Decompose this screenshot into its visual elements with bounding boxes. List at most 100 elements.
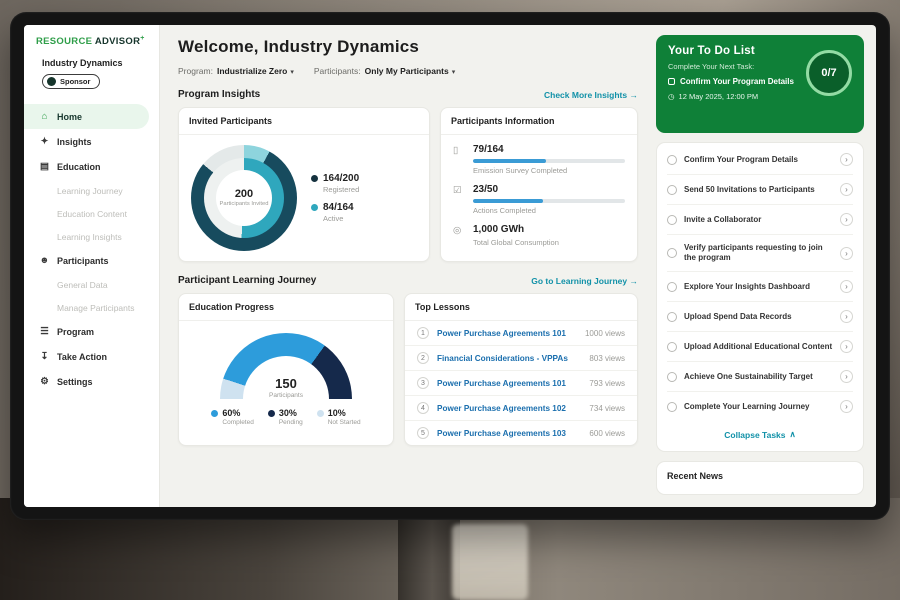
participants-select[interactable]: Participants:Only My Participants▾ (314, 66, 455, 76)
task-chevron-icon[interactable]: › (840, 370, 853, 383)
gauge-center: 150 Participants (243, 356, 329, 399)
lesson-row: 2 Financial Considerations - VPPAs 803 v… (405, 346, 637, 371)
program-select[interactable]: Program:Industrialize Zero▾ (178, 66, 294, 76)
task-chevron-icon[interactable]: › (840, 153, 853, 166)
sidebar-item-program[interactable]: ☰ Program (24, 319, 159, 344)
task-checkbox[interactable] (667, 402, 677, 412)
todo-task-row[interactable]: Invite a Collaborator › (667, 205, 853, 235)
task-checkbox[interactable] (667, 215, 677, 225)
settings-icon: ⚙ (39, 376, 50, 387)
program-select-value: Industrialize Zero (217, 66, 287, 76)
section-title: Participant Learning Journey (178, 275, 316, 286)
arrow-right-icon: → (630, 90, 639, 100)
arrow-right-icon: → (630, 276, 639, 286)
lesson-rank: 5 (417, 427, 429, 439)
todo-task-row[interactable]: Upload Additional Educational Content › (667, 332, 853, 362)
legend-dot-registered (311, 175, 318, 182)
task-chevron-icon[interactable]: › (840, 280, 853, 293)
lesson-link[interactable]: Power Purchase Agreements 102 (437, 404, 581, 413)
gauge-center-label: Participants (269, 392, 303, 399)
task-checkbox[interactable] (667, 282, 677, 292)
legend-label: Registered (323, 185, 359, 194)
sidebar-item-manage-participants[interactable]: Manage Participants (24, 296, 159, 319)
info-row-consumption: ◎ 1,000 GWh Total Global Consumption (441, 224, 637, 247)
task-checkbox[interactable] (667, 372, 677, 382)
todo-task-row[interactable]: Verify participants requesting to join t… (667, 235, 853, 272)
next-task-row[interactable]: Confirm Your Program Details (668, 77, 813, 86)
task-chevron-icon[interactable]: › (840, 183, 853, 196)
sidebar-item-insights[interactable]: ✦ Insights (24, 129, 159, 154)
task-chevron-icon[interactable]: › (840, 340, 853, 353)
task-checkbox[interactable] (667, 248, 677, 258)
next-task-label: Confirm Your Program Details (680, 77, 794, 86)
task-checkbox[interactable] (668, 78, 675, 85)
task-label: Explore Your Insights Dashboard (684, 282, 833, 292)
task-chevron-icon[interactable]: › (840, 400, 853, 413)
info-row-emission-survey: ▯ 79/164 Emission Survey Completed (441, 144, 637, 175)
sponsor-icon (47, 77, 56, 86)
card-title: Education Progress (179, 294, 393, 321)
education-gauge-chart: 150 Participants (220, 333, 352, 399)
app-logo: RESOURCE ADVISOR+ (24, 35, 159, 47)
legend-value: 164/200 (323, 173, 359, 184)
brand-plus: + (140, 35, 144, 42)
todo-task-row[interactable]: Confirm Your Program Details › (667, 145, 853, 175)
task-label: Send 50 Invitations to Participants (684, 185, 833, 195)
sidebar-item-take-action[interactable]: ↧ Take Action (24, 344, 159, 369)
task-checkbox[interactable] (667, 312, 677, 322)
task-checkbox[interactable] (667, 155, 677, 165)
recent-news-title: Recent News (667, 471, 723, 481)
task-checkbox[interactable] (667, 185, 677, 195)
sidebar-item-home[interactable]: ⌂ Home (24, 104, 149, 129)
todo-task-row[interactable]: Upload Spend Data Records › (667, 302, 853, 332)
sidebar-item-education[interactable]: ▤ Education (24, 154, 159, 179)
education-card-body: 150 Participants 60% Completed (179, 321, 393, 434)
sidebar-item-learning-insights[interactable]: Learning Insights (24, 225, 159, 248)
task-chevron-icon[interactable]: › (840, 213, 853, 226)
lesson-link[interactable]: Power Purchase Agreements 103 (437, 429, 581, 438)
lesson-link[interactable]: Financial Considerations - VPPAs (437, 354, 581, 363)
todo-summary-card: Your To Do List Complete Your Next Task:… (656, 35, 864, 133)
legend-dot-pending (268, 410, 275, 417)
card-title: Participants Information (441, 108, 637, 135)
legend-label: Pending (279, 419, 303, 426)
lesson-link[interactable]: Power Purchase Agreements 101 (437, 329, 577, 338)
sidebar-item-learning-journey[interactable]: Learning Journey (24, 179, 159, 202)
info-label: Emission Survey Completed (473, 166, 625, 175)
sidebar-item-label: Program (57, 327, 94, 337)
sidebar-item-education-content[interactable]: Education Content (24, 202, 159, 225)
task-chevron-icon[interactable]: › (840, 247, 853, 260)
check-more-insights-link[interactable]: Check More Insights → (544, 90, 638, 100)
desk-background: RESOURCE ADVISOR+ Industry Dynamics Spon… (0, 0, 900, 600)
todo-task-row[interactable]: Send 50 Invitations to Participants › (667, 175, 853, 205)
brand-advisor: ADVISOR (95, 36, 140, 47)
emission-survey-icon: ▯ (453, 144, 464, 175)
sponsor-badge[interactable]: Sponsor (42, 74, 100, 89)
sidebar-item-participants[interactable]: ☻ Participants (24, 248, 159, 273)
sidebar-item-settings[interactable]: ⚙ Settings (24, 369, 159, 394)
lesson-link[interactable]: Power Purchase Agreements 101 (437, 379, 581, 388)
main-content: Welcome, Industry Dynamics Program:Indus… (160, 25, 650, 507)
todo-task-row[interactable]: Explore Your Insights Dashboard › (667, 272, 853, 302)
link-label: Check More Insights (544, 90, 627, 100)
due-date: 12 May 2025, 12:00 PM (679, 92, 759, 101)
actions-completed-icon: ☑ (453, 184, 464, 215)
lesson-views: 793 views (589, 379, 625, 388)
task-checkbox[interactable] (667, 342, 677, 352)
lesson-rank: 3 (417, 377, 429, 389)
take-action-icon: ↧ (39, 351, 50, 362)
sidebar-item-general-data[interactable]: General Data (24, 273, 159, 296)
legend-value: 30% (279, 408, 297, 418)
todo-task-row[interactable]: Achieve One Sustainability Target › (667, 362, 853, 392)
task-label: Confirm Your Program Details (684, 155, 833, 165)
go-to-learning-journey-link[interactable]: Go to Learning Journey → (531, 276, 638, 286)
legend-item: 10% Not Started (317, 408, 361, 426)
collapse-tasks-link[interactable]: Collapse Tasks ∧ (667, 421, 853, 449)
card-title: Top Lessons (405, 294, 637, 321)
todo-task-row[interactable]: Complete Your Learning Journey › (667, 392, 853, 421)
sidebar-item-label: Manage Participants (57, 303, 135, 313)
recent-news-card: Recent News (656, 461, 864, 495)
legend-label: Not Started (328, 419, 361, 426)
task-chevron-icon[interactable]: › (840, 310, 853, 323)
program-insights-header: Program Insights Check More Insights → (178, 89, 638, 100)
